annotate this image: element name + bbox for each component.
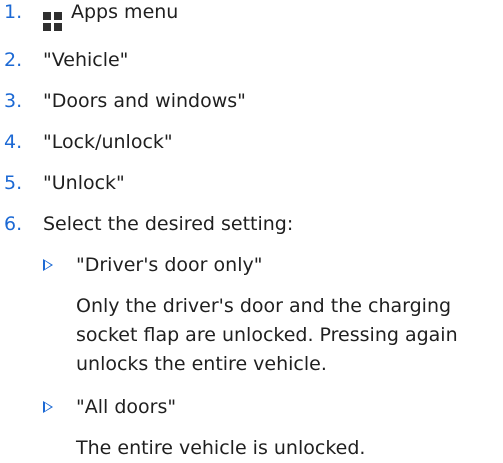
step-1: 1. Apps menu — [4, 0, 503, 31]
step-label: Apps menu — [71, 1, 179, 23]
step-5: 5. "Unlock" — [4, 171, 503, 195]
option-description: Only the driver's door and the charging … — [76, 292, 503, 379]
apps-grid-icon — [43, 12, 62, 31]
option-description: The entire vehicle is unlocked. — [76, 434, 503, 463]
option-title: "All doors" — [76, 396, 177, 418]
triangle-bullet-icon — [43, 401, 53, 413]
option-all-doors: "All doors" The entire vehicle is unlock… — [43, 395, 503, 463]
description-line: Only the driver's door and the charging — [76, 295, 452, 317]
step-number: 6. — [4, 213, 23, 235]
step-number: 5. — [4, 172, 23, 194]
step-number: 1. — [4, 1, 23, 23]
description-line: The entire vehicle is unlocked. — [76, 437, 366, 459]
description-line: unlocks the entire vehicle. — [76, 353, 327, 375]
step-number: 3. — [4, 90, 23, 112]
instructions-page: 1. Apps menu 2. "Vehicle" 3. "Doors and … — [0, 0, 503, 459]
option-title: "Driver's door only" — [76, 254, 263, 276]
step-6: 6. Select the desired setting: "Driver's… — [4, 212, 503, 463]
step-3: 3. "Doors and windows" — [4, 89, 503, 113]
step-label: "Doors and windows" — [43, 90, 246, 112]
step-2: 2. "Vehicle" — [4, 48, 503, 72]
description-line: socket flap are unlocked. Pressing again — [76, 324, 458, 346]
triangle-bullet-icon — [43, 259, 53, 271]
step-number: 4. — [4, 131, 23, 153]
step-label: "Lock/unlock" — [43, 131, 173, 153]
step-label: Select the desired setting: — [43, 213, 294, 235]
steps-list: 1. Apps menu 2. "Vehicle" 3. "Doors and … — [4, 0, 503, 463]
step-number: 2. — [4, 49, 23, 71]
step-label: "Unlock" — [43, 172, 125, 194]
option-drivers-door-only: "Driver's door only" Only the driver's d… — [43, 253, 503, 379]
options-list: "Driver's door only" Only the driver's d… — [43, 253, 503, 463]
step-4: 4. "Lock/unlock" — [4, 130, 503, 154]
step-label: "Vehicle" — [43, 49, 129, 71]
